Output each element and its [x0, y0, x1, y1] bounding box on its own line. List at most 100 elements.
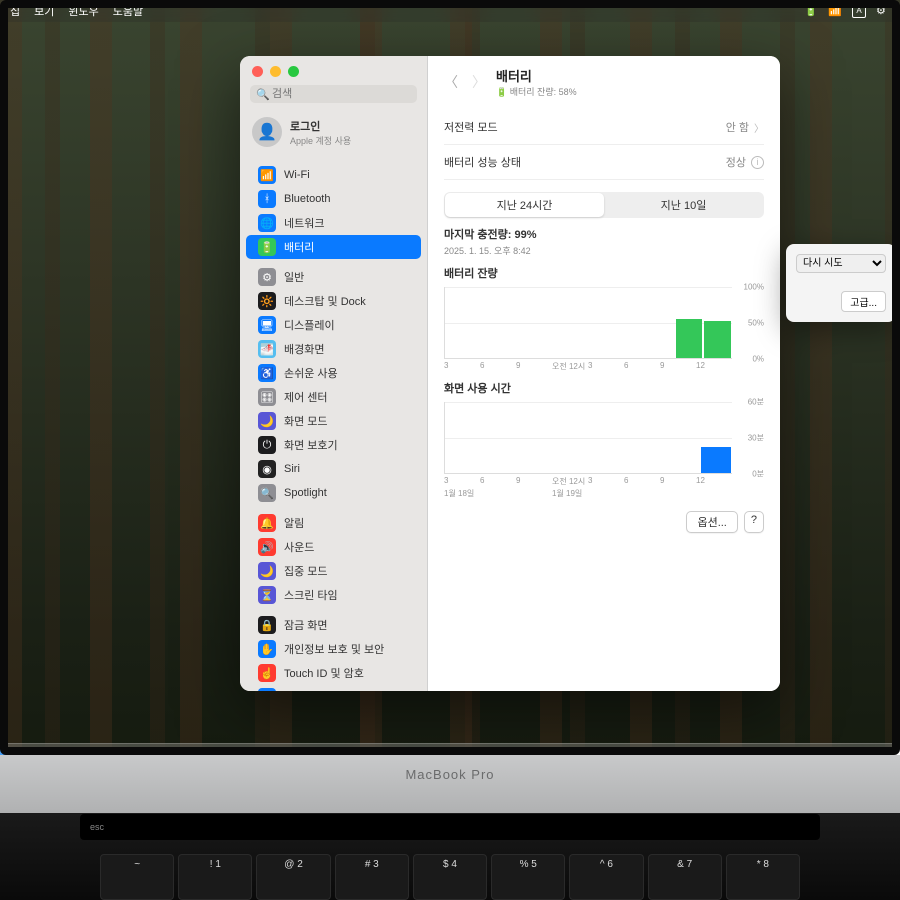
- key[interactable]: % 5: [491, 854, 565, 900]
- sidebar-icon: ⏳: [258, 586, 276, 604]
- close-button[interactable]: [252, 66, 263, 77]
- sidebar-label: 일반: [284, 269, 304, 285]
- account-name: 로그인: [290, 118, 351, 134]
- key[interactable]: $ 4: [413, 854, 487, 900]
- account-sub: Apple 계정 사용: [290, 134, 351, 147]
- sidebar-icon: ✋: [258, 640, 276, 658]
- sidebar-item[interactable]: ☝ Touch ID 및 암호: [246, 661, 421, 685]
- low-power-row[interactable]: 저전력 모드 안 함〉: [444, 110, 764, 145]
- sidebar-icon: 🖥: [258, 316, 276, 334]
- key[interactable]: # 3: [335, 854, 409, 900]
- sidebar-item[interactable]: ◉Siri: [246, 457, 421, 481]
- zoom-button[interactable]: [288, 66, 299, 77]
- sidebar: 🔍 👤 로그인 Apple 계정 사용 📶 Wi-Fi ᚼBluetooth🌐네트워…: [240, 56, 428, 691]
- options-button[interactable]: 옵션...: [686, 511, 737, 533]
- sidebar-item[interactable]: 🔍 Spotlight: [246, 481, 421, 505]
- menu-item[interactable]: 도움말: [113, 3, 143, 19]
- sidebar-item[interactable]: ⚙ 일반: [246, 265, 421, 289]
- menu-item[interactable]: 보기: [34, 3, 54, 19]
- sidebar-item[interactable]: ⏻화면 보호기: [246, 433, 421, 457]
- menu-item[interactable]: 집: [10, 3, 20, 19]
- sidebar-item[interactable]: 🌐네트워크: [246, 211, 421, 235]
- battery-health-row[interactable]: 배터리 성능 상태 정상 i: [444, 145, 764, 180]
- chart-bar: [704, 321, 731, 358]
- search-input[interactable]: [250, 85, 417, 103]
- sidebar-icon: 🔊: [258, 538, 276, 556]
- sidebar-item[interactable]: 🔒잠금 화면: [246, 613, 421, 637]
- retry-select[interactable]: 다시 시도: [796, 254, 886, 273]
- sidebar-label: 집중 모드: [284, 563, 328, 579]
- key[interactable]: * 8: [726, 854, 800, 900]
- sidebar-icon: 🔆: [258, 292, 276, 310]
- sidebar-item[interactable]: 🌙화면 모드: [246, 409, 421, 433]
- key[interactable]: @ 2: [256, 854, 330, 900]
- sidebar-item[interactable]: 👥사용자 및 그룹: [246, 685, 421, 691]
- row-label: 배터리 성능 상태: [444, 154, 521, 170]
- account-row[interactable]: 👤 로그인 Apple 계정 사용: [240, 111, 427, 157]
- key[interactable]: & 7: [648, 854, 722, 900]
- sidebar-icon: 🌙: [258, 412, 276, 430]
- sidebar-item[interactable]: 🎛 제어 센터: [246, 385, 421, 409]
- sidebar-item[interactable]: 🔋배터리: [246, 235, 421, 259]
- last-charge-time: 2025. 1. 15. 오후 8:42: [444, 244, 764, 257]
- row-value: 정상: [726, 154, 746, 170]
- wifi-icon[interactable]: 📶: [828, 4, 842, 18]
- sidebar-label: 네트워크: [284, 215, 324, 231]
- info-icon[interactable]: i: [751, 156, 764, 169]
- key[interactable]: ^ 6: [569, 854, 643, 900]
- input-icon[interactable]: A: [852, 4, 866, 18]
- tab-24h[interactable]: 지난 24시간: [445, 193, 604, 217]
- sidebar-item[interactable]: 🔊사운드: [246, 535, 421, 559]
- row-value: 안 함: [726, 119, 749, 135]
- sidebar-item[interactable]: 🌁배경화면: [246, 337, 421, 361]
- page-title: 배터리: [496, 66, 577, 85]
- sidebar-icon: ⏻: [258, 436, 276, 454]
- sidebar-label: 디스플레이: [284, 317, 335, 333]
- sidebar-label: 배경화면: [284, 341, 324, 357]
- touchbar-item[interactable]: esc: [90, 822, 104, 832]
- control-center-icon[interactable]: ⚙: [876, 4, 890, 18]
- sidebar-item[interactable]: 🔔알림: [246, 511, 421, 535]
- sidebar-icon: ⚙: [258, 268, 276, 286]
- sidebar-label: Touch ID 및 암호: [284, 665, 364, 681]
- sidebar-icon: 🔍: [258, 484, 276, 502]
- chart-bar: [701, 447, 731, 473]
- sidebar-item[interactable]: 🌙집중 모드: [246, 559, 421, 583]
- advanced-button[interactable]: 고급...: [841, 291, 886, 312]
- main-content: 〈 〉 배터리 🔋 배터리 잔량: 58% 저전력 모드 안 함〉 배터리 성능…: [428, 56, 780, 691]
- sidebar-label: Wi-Fi: [284, 169, 310, 181]
- search-icon: 🔍: [256, 88, 270, 101]
- minimize-button[interactable]: [270, 66, 281, 77]
- sidebar-item[interactable]: 🖥 디스플레이: [246, 313, 421, 337]
- battery-icon[interactable]: 🔋: [804, 4, 818, 18]
- key[interactable]: ! 1: [178, 854, 252, 900]
- avatar: 👤: [252, 117, 282, 147]
- laptop-body: MacBook Pro esc ~! 1@ 2# 3$ 4% 5^ 6& 7* …: [0, 755, 900, 900]
- sidebar-label: Siri: [284, 463, 300, 475]
- search-field[interactable]: 🔍: [250, 85, 417, 103]
- window-controls: [240, 56, 427, 83]
- sidebar-item[interactable]: ✋ 개인정보 보호 및 보안: [246, 637, 421, 661]
- sidebar-icon: 🔋: [258, 238, 276, 256]
- menu-item[interactable]: 윈도우: [68, 3, 98, 19]
- sidebar-label: 제어 센터: [284, 389, 328, 405]
- key[interactable]: ~: [100, 854, 174, 900]
- sidebar-label: Spotlight: [284, 487, 327, 499]
- help-button[interactable]: ?: [744, 511, 764, 533]
- tab-10d[interactable]: 지난 10일: [604, 193, 763, 217]
- sidebar-label: 개인정보 보호 및 보안: [284, 641, 384, 657]
- sidebar-icon: ☝: [258, 664, 276, 682]
- x-axis-labels: 369오전 12시36912: [444, 476, 732, 487]
- sidebar-item[interactable]: ⏳스크린 타임: [246, 583, 421, 607]
- sidebar-item[interactable]: ♿손쉬운 사용: [246, 361, 421, 385]
- sidebar-label: 손쉬운 사용: [284, 365, 338, 381]
- forward-button[interactable]: 〉: [472, 72, 486, 92]
- back-button[interactable]: 〈: [444, 72, 458, 92]
- sidebar-item[interactable]: 📶 Wi-Fi: [246, 163, 421, 187]
- sidebar-icon: 🎛: [258, 388, 276, 406]
- chart-bar: [676, 319, 703, 358]
- sidebar-label: 잠금 화면: [284, 617, 328, 633]
- sidebar-item[interactable]: 🔆데스크탑 및 Dock: [246, 289, 421, 313]
- sidebar-item[interactable]: ᚼBluetooth: [246, 187, 421, 211]
- sidebar-icon: 📶: [258, 166, 276, 184]
